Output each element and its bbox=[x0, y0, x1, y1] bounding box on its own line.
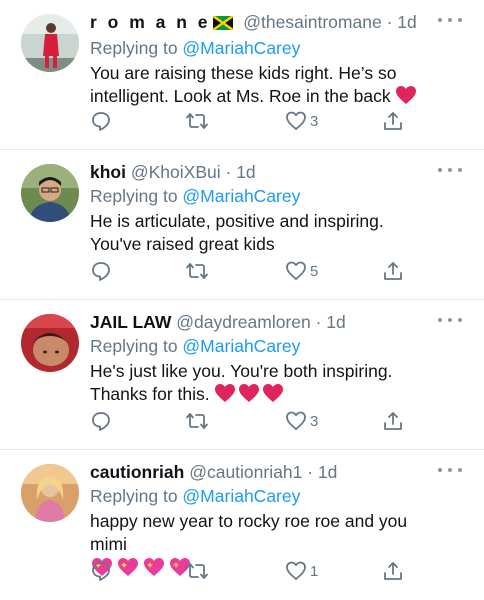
reply-feed: r o m a n e @thesaintromane · 1d Replyin… bbox=[0, 0, 484, 600]
replying-prefix: Replying to bbox=[90, 486, 183, 506]
tweet-text-body: He is articulate, positive and inspiring… bbox=[90, 211, 389, 254]
heart-outline-icon bbox=[286, 411, 306, 430]
tweet[interactable]: JAIL LAW @daydreamloren · 1d Replying to… bbox=[0, 300, 484, 450]
replying-prefix: Replying to bbox=[90, 38, 183, 58]
tweet-content: r o m a n e @thesaintromane · 1d Replyin… bbox=[90, 10, 434, 111]
tweet-text: He is articulate, positive and inspiring… bbox=[90, 210, 434, 256]
tweet-content: khoi @KhoiXBui · 1d Replying to @MariahC… bbox=[90, 160, 434, 256]
retweet-icon bbox=[186, 563, 208, 579]
user-handle[interactable]: @thesaintromane bbox=[243, 12, 381, 32]
jamaica-flag-icon bbox=[212, 12, 235, 36]
tweet-text: He's just like you. You're both inspirin… bbox=[90, 360, 434, 409]
mention-link[interactable]: @MariahCarey bbox=[182, 486, 300, 506]
replying-to: Replying to @MariahCarey bbox=[90, 334, 434, 358]
retweet-button[interactable] bbox=[185, 258, 209, 284]
tweet-actions: 3 bbox=[90, 408, 420, 434]
like-button[interactable]: 5 bbox=[285, 258, 318, 284]
heart-outline-icon bbox=[286, 561, 306, 580]
tweet-content: JAIL LAW @daydreamloren · 1d Replying to… bbox=[90, 310, 434, 409]
user-handle[interactable]: @KhoiXBui bbox=[131, 162, 221, 182]
retweet-icon bbox=[186, 413, 208, 429]
red-heart-icon bbox=[214, 383, 236, 409]
retweet-button[interactable] bbox=[185, 408, 209, 434]
tweet-header: khoi @KhoiXBui · 1d bbox=[90, 160, 434, 184]
like-count: 3 bbox=[310, 412, 319, 430]
reply-button[interactable] bbox=[90, 108, 112, 134]
avatar[interactable] bbox=[21, 314, 79, 372]
replying-to: Replying to @MariahCarey bbox=[90, 36, 434, 60]
avatar[interactable] bbox=[21, 464, 79, 522]
like-count: 5 bbox=[310, 262, 319, 280]
tweet-text-body: You are raising these kids right. He’s s… bbox=[90, 63, 402, 106]
share-icon bbox=[384, 412, 402, 430]
user-handle[interactable]: @daydreamloren bbox=[176, 312, 311, 332]
share-button[interactable] bbox=[382, 558, 404, 584]
like-button[interactable]: 1 bbox=[285, 558, 318, 584]
heart-outline-icon bbox=[286, 111, 306, 130]
share-button[interactable] bbox=[382, 258, 404, 284]
avatar[interactable] bbox=[21, 14, 79, 72]
tweet-header: r o m a n e @thesaintromane · 1d bbox=[90, 10, 434, 36]
display-name[interactable]: r o m a n e bbox=[90, 12, 211, 32]
mention-link[interactable]: @MariahCarey bbox=[182, 336, 300, 356]
share-icon bbox=[384, 112, 402, 130]
tweet-time: · 1d bbox=[307, 462, 338, 482]
mention-link[interactable]: @MariahCarey bbox=[182, 186, 300, 206]
share-button[interactable] bbox=[382, 408, 404, 434]
share-icon bbox=[384, 262, 402, 280]
replying-to: Replying to @MariahCarey bbox=[90, 184, 434, 208]
more-options-icon[interactable] bbox=[438, 463, 462, 477]
like-button[interactable]: 3 bbox=[285, 108, 318, 134]
replying-to: Replying to @MariahCarey bbox=[90, 484, 434, 508]
more-options-icon[interactable] bbox=[438, 13, 462, 27]
user-handle[interactable]: @cautionriah1 bbox=[189, 462, 302, 482]
reply-button[interactable] bbox=[90, 558, 112, 584]
tweet[interactable]: r o m a n e @thesaintromane · 1d Replyin… bbox=[0, 0, 484, 150]
retweet-icon bbox=[186, 113, 208, 129]
tweet-actions: 5 bbox=[90, 258, 420, 284]
tweet-time: · 1d bbox=[386, 12, 417, 32]
tweet-header: JAIL LAW @daydreamloren · 1d bbox=[90, 310, 434, 334]
avatar[interactable] bbox=[21, 164, 79, 222]
more-options-icon[interactable] bbox=[438, 163, 462, 177]
tweet-text: You are raising these kids right. He’s s… bbox=[90, 62, 434, 111]
tweet-header: cautionriah @cautionriah1 · 1d bbox=[90, 460, 434, 484]
tweet-time: · 1d bbox=[315, 312, 346, 332]
reply-icon bbox=[92, 562, 110, 581]
tweet-text-body: happy new year to rocky roe roe and you … bbox=[90, 511, 413, 554]
reply-icon bbox=[92, 112, 110, 131]
more-options-icon[interactable] bbox=[438, 313, 462, 327]
reply-icon bbox=[92, 262, 110, 281]
tweet-actions: 3 bbox=[90, 108, 420, 134]
heart-outline-icon bbox=[286, 261, 306, 280]
share-icon bbox=[384, 562, 402, 580]
red-heart-icon bbox=[238, 383, 260, 409]
tweet-time: · 1d bbox=[225, 162, 256, 182]
reply-button[interactable] bbox=[90, 258, 112, 284]
reply-icon bbox=[92, 412, 110, 431]
share-button[interactable] bbox=[382, 108, 404, 134]
reply-button[interactable] bbox=[90, 408, 112, 434]
display-name[interactable]: cautionriah bbox=[90, 462, 184, 482]
red-heart-icon bbox=[262, 383, 284, 409]
like-count: 1 bbox=[310, 562, 319, 580]
retweet-icon bbox=[186, 263, 208, 279]
replying-prefix: Replying to bbox=[90, 186, 183, 206]
tweet[interactable]: cautionriah @cautionriah1 · 1d Replying … bbox=[0, 450, 484, 600]
tweet[interactable]: khoi @KhoiXBui · 1d Replying to @MariahC… bbox=[0, 150, 484, 300]
retweet-button[interactable] bbox=[185, 558, 209, 584]
mention-link[interactable]: @MariahCarey bbox=[182, 38, 300, 58]
tweet-actions: 1 bbox=[90, 558, 420, 584]
like-count: 3 bbox=[310, 112, 319, 130]
display-name[interactable]: khoi bbox=[90, 162, 126, 182]
display-name[interactable]: JAIL LAW bbox=[90, 312, 171, 332]
like-button[interactable]: 3 bbox=[285, 408, 318, 434]
retweet-button[interactable] bbox=[185, 108, 209, 134]
replying-prefix: Replying to bbox=[90, 336, 183, 356]
